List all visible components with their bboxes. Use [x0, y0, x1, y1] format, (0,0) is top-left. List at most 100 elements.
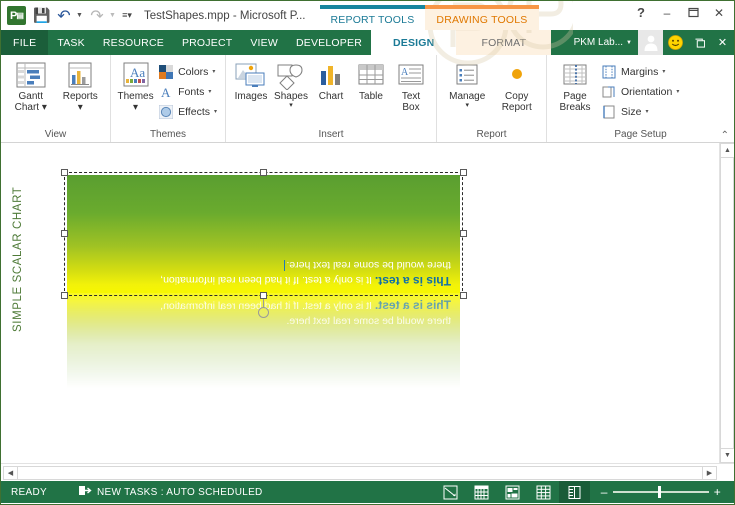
tab-task[interactable]: TASK [48, 30, 93, 55]
zoom-slider[interactable]: – + [590, 485, 734, 499]
margins-button[interactable]: Margins ▾ [598, 62, 682, 81]
customize-qat-icon[interactable]: ≡▾ [120, 6, 134, 26]
tab-view[interactable]: VIEW [241, 30, 287, 55]
tab-project[interactable]: PROJECT [173, 30, 241, 55]
new-tasks-mode-button[interactable]: NEW TASKS : AUTO SCHEDULED [78, 485, 263, 500]
vertical-scroll-track[interactable] [720, 158, 734, 448]
page-breaks-icon [561, 61, 589, 91]
page-breaks-button[interactable]: Page Breaks [552, 59, 598, 113]
manage-dropdown-icon[interactable]: ▾ [465, 102, 469, 110]
context-tab-report-tools[interactable]: REPORT TOOLS [319, 5, 426, 30]
gantt-chart-button[interactable]: Gantt Chart ▾ [6, 59, 56, 113]
handle-bottom-left[interactable] [61, 292, 68, 299]
handle-bottom-center[interactable] [260, 292, 267, 299]
context-tab-drawing-tools[interactable]: DRAWING TOOLS [425, 5, 539, 30]
handle-top-center[interactable] [260, 169, 267, 176]
report-view-button[interactable] [558, 481, 590, 503]
save-icon[interactable]: 💾 [32, 6, 52, 26]
restore-button[interactable] [680, 1, 706, 24]
table-button[interactable]: Table [351, 59, 391, 102]
scroll-up-button[interactable]: ▲ [720, 143, 734, 158]
minimize-button[interactable]: – [654, 1, 680, 24]
manage-button[interactable]: Manage ▾ [442, 59, 492, 110]
handle-middle-right[interactable] [460, 230, 467, 237]
tab-bar-right: PKM Lab... ▼ ✕ [568, 30, 734, 55]
scroll-right-button[interactable]: ▶ [702, 465, 717, 480]
chevron-down-icon: ▼ [626, 39, 632, 46]
handle-middle-left[interactable] [61, 230, 68, 237]
copy-report-label-1: Copy [505, 91, 529, 102]
effects-button[interactable]: Effects ▾ [155, 102, 220, 121]
close-document-button[interactable]: ✕ [711, 30, 734, 55]
handle-top-left[interactable] [61, 169, 68, 176]
close-button[interactable]: ✕ [706, 1, 732, 24]
tab-design[interactable]: DESIGN [370, 30, 457, 55]
tab-format[interactable]: FORMAT [456, 30, 552, 55]
images-icon [235, 61, 267, 91]
reports-icon [67, 61, 93, 91]
group-label-themes: Themes [149, 129, 187, 140]
help-button[interactable]: ? [628, 1, 654, 24]
tab-file[interactable]: FILE [1, 30, 49, 55]
copy-report-button[interactable]: Copy Report [492, 59, 541, 113]
new-tasks-label: NEW TASKS : AUTO SCHEDULED [96, 486, 263, 498]
horizontal-scrollbar[interactable]: ◀ ▶ [1, 463, 734, 481]
ribbon-display-options-button[interactable] [688, 30, 711, 55]
quick-access-toolbar: P ▤ 💾 ↶ ▼ ↷ ▼ ≡▾ [1, 6, 134, 26]
ribbon-group-insert: Images Shapes ▾ Chart Table A Text Box I… [226, 55, 437, 142]
feedback-smiley-icon[interactable] [663, 30, 688, 55]
collapse-ribbon-button[interactable]: ⌃ [721, 130, 729, 141]
colors-swatch-icon [158, 64, 174, 80]
tab-developer[interactable]: DEVELOPER [287, 30, 371, 55]
team-planner-view-button[interactable] [497, 481, 528, 503]
text-box-button[interactable]: A Text Box [391, 59, 431, 113]
auto-schedule-icon [78, 485, 92, 500]
account-name-button[interactable]: PKM Lab... ▼ [568, 30, 638, 55]
redo-dropdown-icon[interactable]: ▼ [109, 12, 118, 19]
shape-line-2-text: there would be some real text here. [286, 259, 451, 271]
resource-sheet-view-button[interactable] [528, 481, 559, 503]
reports-button[interactable]: Reports ▾ [56, 59, 106, 113]
images-button[interactable]: Images [231, 59, 271, 102]
shapes-dropdown-icon[interactable]: ▾ [289, 102, 293, 110]
redo-icon[interactable]: ↷ [87, 6, 107, 26]
shape-text[interactable]: This is a test. It is only a test. If it… [67, 253, 460, 293]
zoom-track[interactable] [612, 486, 709, 499]
rotate-handle[interactable] [258, 307, 269, 318]
task-usage-view-button[interactable] [466, 481, 497, 503]
reports-label-2: ▾ [77, 102, 83, 113]
vertical-scrollbar[interactable]: ▲ ▼ [719, 143, 734, 463]
fonts-button[interactable]: A Fonts ▾ [155, 82, 220, 101]
text-caret-icon [284, 260, 286, 271]
zoom-out-button[interactable]: – [596, 485, 613, 499]
colors-button[interactable]: Colors ▾ [155, 62, 220, 81]
undo-icon[interactable]: ↶ [54, 6, 74, 26]
shape-rest-text: It is only a test. If it had been real i… [160, 274, 375, 286]
copy-report-icon [506, 61, 528, 91]
handle-bottom-right[interactable] [460, 292, 467, 299]
shape-container: This is a test. It is only a test. If it… [61, 169, 467, 415]
scroll-down-button[interactable]: ▼ [720, 448, 734, 463]
shapes-button[interactable]: Shapes ▾ [271, 59, 311, 110]
handle-top-right[interactable] [460, 169, 467, 176]
tab-resource[interactable]: RESOURCE [94, 30, 173, 55]
page-setup-small-buttons: Margins ▾ Orientation ▾ Size ▾ [598, 59, 682, 121]
ribbon-group-themes: Aa Themes ▾ Colors ▾ A Fonts ▾ Effects ▾… [111, 55, 226, 142]
size-button[interactable]: Size ▾ [598, 102, 682, 121]
scroll-left-button[interactable]: ◀ [3, 465, 18, 480]
report-title: SIMPLE SCALAR CHART [12, 186, 24, 332]
chart-button[interactable]: Chart [311, 59, 351, 102]
chevron-down-icon: ▾ [676, 89, 680, 95]
gantt-chart-view-button[interactable] [435, 481, 466, 503]
report-page[interactable]: This is a test. It is only a test. If it… [29, 143, 719, 463]
horizontal-scroll-track[interactable] [18, 465, 702, 480]
orientation-button[interactable]: Orientation ▾ [598, 82, 682, 101]
avatar[interactable] [638, 30, 663, 55]
images-label: Images [234, 91, 268, 102]
rounded-rectangle-shape[interactable]: This is a test. It is only a test. If it… [67, 175, 460, 293]
group-label-insert: Insert [318, 129, 344, 140]
zoom-thumb[interactable] [657, 486, 661, 499]
themes-button[interactable]: Aa Themes ▾ [116, 59, 155, 113]
undo-dropdown-icon[interactable]: ▼ [76, 12, 85, 19]
zoom-in-button[interactable]: + [709, 485, 726, 499]
